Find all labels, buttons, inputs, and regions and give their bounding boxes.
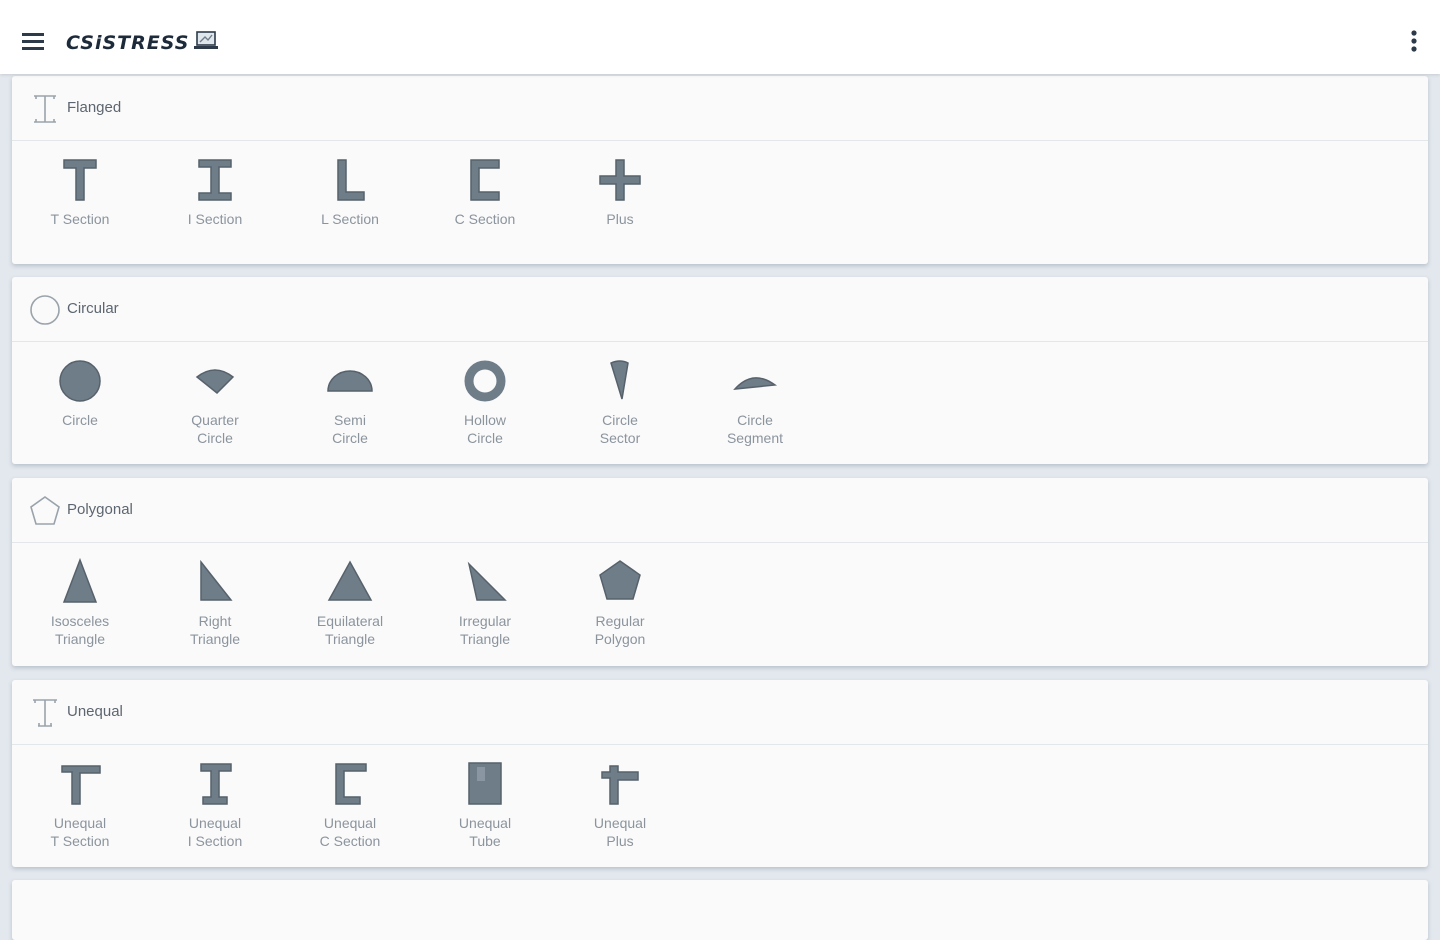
- section-item-plus[interactable]: Plus: [565, 154, 675, 228]
- section-item-unequal-tube[interactable]: Unequal Tube: [430, 758, 540, 850]
- section-item-label: Right Triangle: [189, 613, 241, 647]
- category-title: Circular: [67, 300, 119, 317]
- quarter-circle-icon: [195, 369, 235, 395]
- category-header: Polygonal: [12, 478, 1428, 543]
- more-vertical-icon[interactable]: [1404, 27, 1424, 55]
- section-item-hollow-circle[interactable]: Hollow Circle: [430, 355, 540, 447]
- unequal-c-section-icon: [335, 763, 367, 805]
- pentagon-outline-icon: [30, 496, 60, 525]
- circle-outline-icon: [30, 295, 60, 325]
- section-item-unequal-t-section[interactable]: Unequal T Section: [25, 758, 135, 850]
- category-card-polygonal: Polygonal Isosceles Triangle Right Trian…: [12, 478, 1428, 666]
- unequal-beam-outline-icon: [33, 699, 57, 727]
- t-section-icon: [63, 159, 97, 201]
- section-item-label: Circle: [62, 412, 98, 428]
- equilateral-triangle-icon: [327, 560, 373, 601]
- app-bar: CSiSTRESS: [0, 0, 1440, 74]
- section-item-equilateral-triangle[interactable]: Equilateral Triangle: [295, 556, 405, 648]
- section-item-label: Semi Circle: [332, 412, 368, 446]
- section-item-isosceles-triangle[interactable]: Isosceles Triangle: [25, 556, 135, 648]
- section-item-label: Hollow Circle: [463, 412, 506, 446]
- section-item-i-section[interactable]: I Section: [160, 154, 270, 228]
- section-item-circle[interactable]: Circle: [25, 355, 135, 429]
- section-item-label: Unequal C Section: [319, 815, 381, 849]
- section-item-label: I Section: [187, 211, 243, 227]
- category-header: Unequal: [12, 680, 1428, 745]
- section-item-label: Unequal Tube: [458, 815, 512, 849]
- section-item-label: T Section: [50, 211, 110, 227]
- semi-circle-icon: [327, 370, 373, 392]
- irregular-triangle-icon: [467, 561, 507, 601]
- section-item-label: Unequal Plus: [593, 815, 647, 849]
- i-section-icon: [198, 159, 232, 201]
- category-card-flanged: Flanged T Section I Section L Section C …: [12, 76, 1428, 264]
- section-item-label: Circle Segment: [726, 412, 784, 446]
- section-item-label: C Section: [454, 211, 516, 227]
- section-item-right-triangle[interactable]: Right Triangle: [160, 556, 270, 648]
- section-item-irregular-triangle[interactable]: Irregular Triangle: [430, 556, 540, 648]
- section-item-l-section[interactable]: L Section: [295, 154, 405, 228]
- unequal-plus-icon: [601, 765, 639, 805]
- plus-section-icon: [599, 159, 641, 201]
- category-title: Flanged: [67, 99, 122, 116]
- unequal-t-section-icon: [61, 765, 101, 805]
- category-card-unequal: Unequal Unequal T Section Unequal I Sect…: [12, 680, 1428, 867]
- regular-polygon-icon: [599, 560, 641, 600]
- unequal-i-section-icon: [200, 763, 232, 805]
- section-item-label: Unequal I Section: [187, 815, 243, 849]
- category-title: Polygonal: [67, 501, 133, 518]
- section-item-unequal-c-section[interactable]: Unequal C Section: [295, 758, 405, 850]
- section-item-unequal-plus[interactable]: Unequal Plus: [565, 758, 675, 850]
- section-item-quarter-circle[interactable]: Quarter Circle: [160, 355, 270, 447]
- hollow-circle-icon: [464, 360, 506, 402]
- unequal-tube-icon: [468, 762, 502, 805]
- category-card-circular: Circular Circle Quarter Circle Semi Circ…: [12, 277, 1428, 464]
- section-item-list: T Section I Section L Section C Section …: [12, 142, 1428, 262]
- category-title: Unequal: [67, 703, 123, 720]
- circle-segment-icon: [733, 377, 778, 390]
- l-section-icon: [337, 159, 365, 201]
- section-item-circle-sector[interactable]: Circle Sector: [565, 355, 675, 447]
- section-item-label: L Section: [321, 211, 379, 227]
- section-item-list: Isosceles Triangle Right Triangle Equila…: [12, 544, 1428, 664]
- section-item-circle-segment[interactable]: Circle Segment: [700, 355, 810, 447]
- section-item-label: Unequal T Section: [50, 815, 110, 849]
- section-item-label: Irregular Triangle: [458, 613, 512, 647]
- i-beam-outline-icon: [34, 95, 56, 123]
- section-item-list: Unequal T Section Unequal I Section Uneq…: [12, 746, 1428, 866]
- section-item-regular-polygon[interactable]: Regular Polygon: [565, 556, 675, 648]
- section-item-c-section[interactable]: C Section: [430, 154, 540, 228]
- section-item-unequal-i-section[interactable]: Unequal I Section: [160, 758, 270, 850]
- category-header: Circular: [12, 277, 1428, 342]
- section-item-label: Equilateral Triangle: [316, 613, 384, 647]
- section-item-label: Isosceles Triangle: [50, 613, 110, 647]
- section-item-label: Circle Sector: [599, 412, 641, 446]
- isosceles-triangle-icon: [62, 557, 98, 603]
- section-item-list: Circle Quarter Circle Semi Circle Hollow…: [12, 343, 1428, 463]
- section-item-label: Quarter Circle: [191, 412, 239, 446]
- section-item-label: Plus: [606, 211, 634, 227]
- right-triangle-icon: [200, 559, 233, 601]
- app-logo-text: CSiSTRESS: [66, 32, 190, 54]
- circle-sector-icon: [610, 360, 629, 400]
- section-item-t-section[interactable]: T Section: [25, 154, 135, 228]
- laptop-icon: [194, 31, 219, 49]
- category-header: Flanged: [12, 76, 1428, 141]
- circle-shape-icon: [59, 360, 101, 402]
- c-section-icon: [470, 159, 500, 201]
- category-card-next: [12, 880, 1428, 940]
- hamburger-menu-icon[interactable]: [20, 29, 46, 55]
- app-logo: CSiSTRESS: [66, 30, 219, 56]
- section-item-semi-circle[interactable]: Semi Circle: [295, 355, 405, 447]
- section-item-label: Regular Polygon: [594, 613, 646, 647]
